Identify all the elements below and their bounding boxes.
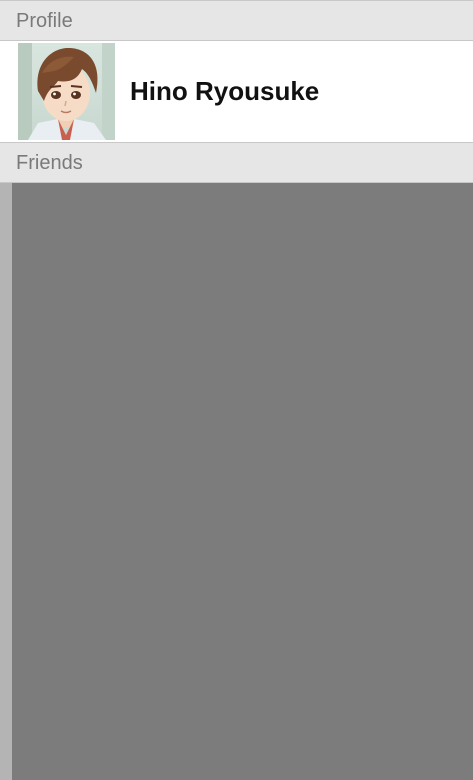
profile-section-label: Profile bbox=[16, 10, 73, 32]
friends-scrollbar[interactable] bbox=[0, 183, 12, 780]
friends-list-area[interactable] bbox=[0, 183, 473, 780]
anime-boy-avatar-icon bbox=[18, 43, 115, 140]
friends-section-label: Friends bbox=[16, 152, 83, 174]
profile-row[interactable]: Hino Ryousuke bbox=[0, 41, 473, 142]
profile-name: Hino Ryousuke bbox=[130, 76, 320, 106]
avatar bbox=[18, 43, 115, 140]
profile-section-header: Profile bbox=[0, 0, 473, 41]
friends-section-header: Friends bbox=[0, 142, 473, 183]
